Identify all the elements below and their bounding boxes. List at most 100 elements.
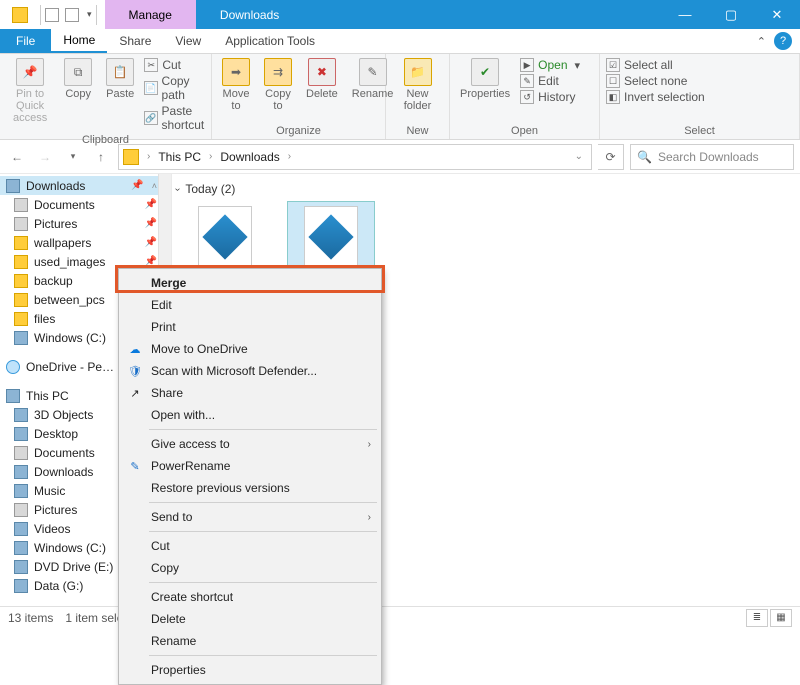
delete-button[interactable]: ✖Delete (302, 58, 342, 123)
copy-path-button[interactable]: 📄Copy path (144, 74, 205, 102)
ctx-rename[interactable]: Rename (121, 630, 379, 652)
sidebar-item-wallpapers[interactable]: wallpapers📌 (0, 233, 171, 252)
open-button[interactable]: ▶Open ▾ (520, 58, 580, 72)
qat-icon-2[interactable] (65, 8, 79, 22)
address-dropdown[interactable]: ⌄ (571, 151, 587, 162)
copy-to-icon: ⇉ (264, 58, 292, 86)
ctx-print[interactable]: Print (121, 316, 379, 338)
maximize-button[interactable]: ▢ (708, 0, 754, 29)
properties-button[interactable]: ✔Properties (456, 58, 514, 123)
ribbon-collapse-icon[interactable]: ⌃ (757, 35, 766, 48)
tab-share[interactable]: Share (107, 29, 163, 53)
sidebar-item-documents[interactable]: Documents📌 (0, 195, 171, 214)
new-folder-button[interactable]: 📁New folder (392, 58, 443, 123)
document-icon (14, 446, 28, 460)
ribbon: 📌Pin to Quick access ⧉Copy 📋Paste ✂Cut 📄… (0, 54, 800, 140)
onedrive-icon: ☁ (127, 341, 143, 357)
copy-path-icon: 📄 (144, 81, 157, 95)
move-to-button[interactable]: ➡Move to (218, 58, 254, 123)
folder-icon (123, 149, 139, 165)
paste-shortcut-button[interactable]: 🔗Paste shortcut (144, 104, 205, 132)
invert-selection-icon: ◧ (606, 90, 620, 104)
tab-home[interactable]: Home (51, 29, 107, 53)
ctx-delete[interactable]: Delete (121, 608, 379, 630)
breadcrumb-root[interactable]: This PC (158, 150, 201, 164)
sidebar-item-pictures[interactable]: Pictures📌 (0, 214, 171, 233)
invert-selection-button[interactable]: ◧Invert selection (606, 90, 705, 104)
ctx-send-to[interactable]: Send to› (121, 506, 379, 528)
back-button[interactable]: ← (6, 146, 28, 168)
pin-icon: 📌 (16, 58, 44, 86)
folder-icon (14, 312, 28, 326)
copy-to-button[interactable]: ⇉Copy to (260, 58, 296, 123)
ctx-restore-previous[interactable]: Restore previous versions (121, 477, 379, 499)
address-bar[interactable]: › This PC › Downloads › ⌄ (118, 144, 592, 170)
large-icons-view-button[interactable]: ▦ (770, 609, 792, 627)
recent-locations-button[interactable]: ▾ (62, 146, 84, 168)
minimize-button[interactable]: — (662, 0, 708, 29)
qat-icon-1[interactable] (45, 8, 59, 22)
ctx-give-access-to[interactable]: Give access to› (121, 433, 379, 455)
copy-button[interactable]: ⧉Copy (60, 58, 96, 132)
paste-button[interactable]: 📋Paste (102, 58, 138, 132)
ctx-create-shortcut[interactable]: Create shortcut (121, 586, 379, 608)
refresh-button[interactable]: ⟳ (598, 144, 624, 170)
select-all-button[interactable]: ☑Select all (606, 58, 705, 72)
pin-to-quick-access-button[interactable]: 📌Pin to Quick access (6, 58, 54, 132)
pin-icon: 📌 (145, 218, 157, 229)
window-buttons: — ▢ ✕ (662, 0, 800, 29)
ctx-scan-defender[interactable]: 🛡Scan with Microsoft Defender... (121, 360, 379, 382)
chevron-right-icon[interactable]: › (205, 151, 216, 162)
document-icon (14, 198, 28, 212)
select-none-icon: ☐ (606, 74, 620, 88)
pictures-icon (14, 503, 28, 517)
ctx-merge[interactable]: Merge (121, 272, 379, 294)
ctx-powerrename[interactable]: ✎PowerRename (121, 455, 379, 477)
close-button[interactable]: ✕ (754, 0, 800, 29)
ctx-copy[interactable]: Copy (121, 557, 379, 579)
edit-button[interactable]: ✎Edit (520, 74, 580, 88)
tab-view[interactable]: View (163, 29, 213, 53)
cut-button[interactable]: ✂Cut (144, 58, 205, 72)
search-input[interactable]: 🔍 Search Downloads (630, 144, 794, 170)
chevron-down-icon: › (172, 187, 183, 190)
videos-icon (14, 522, 28, 536)
paste-icon: 📋 (106, 58, 134, 86)
history-button[interactable]: ↺History (520, 90, 580, 104)
ctx-move-to-onedrive[interactable]: ☁Move to OneDrive (121, 338, 379, 360)
chevron-right-icon: › (368, 512, 371, 523)
downloads-icon (14, 465, 28, 479)
file-tab[interactable]: File (0, 29, 51, 53)
tab-application-tools[interactable]: Application Tools (213, 29, 327, 53)
ctx-share[interactable]: ↗Share (121, 382, 379, 404)
forward-button[interactable]: → (34, 146, 56, 168)
group-label-select: Select (606, 125, 793, 137)
ctx-properties[interactable]: Properties (121, 659, 379, 681)
chevron-up-icon[interactable]: ˄ (152, 181, 157, 191)
ctx-cut[interactable]: Cut (121, 535, 379, 557)
sidebar-item-downloads[interactable]: Downloads📌˄ (0, 176, 171, 195)
copy-icon: ⧉ (64, 58, 92, 86)
ctx-open-with[interactable]: Open with... (121, 404, 379, 426)
chevron-right-icon[interactable]: › (284, 151, 295, 162)
help-button[interactable]: ? (774, 32, 792, 50)
qat-dropdown[interactable]: ▾ (87, 9, 92, 20)
details-view-button[interactable]: ≣ (746, 609, 768, 627)
group-header-today[interactable]: › Today (2) (176, 182, 796, 196)
move-to-icon: ➡ (222, 58, 250, 86)
rename-icon: ✎ (359, 58, 387, 86)
chevron-right-icon[interactable]: › (143, 151, 154, 162)
quick-access-toolbar: ▾ (0, 0, 105, 29)
status-item-count: 13 items (8, 611, 53, 625)
cut-icon: ✂ (144, 58, 158, 72)
this-pc-icon (6, 389, 20, 403)
ctx-edit[interactable]: Edit (121, 294, 379, 316)
context-menu: Merge Edit Print ☁Move to OneDrive 🛡Scan… (118, 268, 382, 685)
registry-icon (304, 206, 358, 268)
contextual-tab-manage[interactable]: Manage (105, 0, 196, 29)
title-folder-name: Downloads (196, 0, 303, 29)
properties-icon: ✔ (471, 58, 499, 86)
select-none-button[interactable]: ☐Select none (606, 74, 705, 88)
up-button[interactable]: ↑ (90, 146, 112, 168)
breadcrumb-folder[interactable]: Downloads (220, 150, 279, 164)
